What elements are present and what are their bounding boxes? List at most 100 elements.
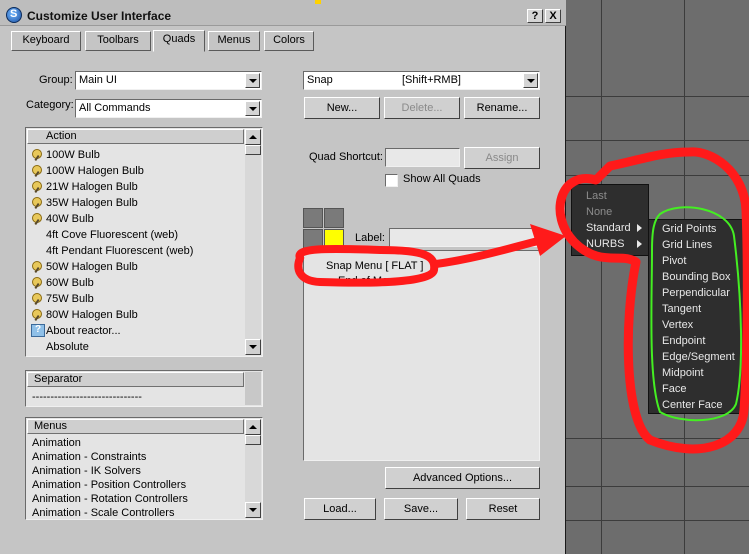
- advanced-options-button[interactable]: Advanced Options...: [385, 467, 540, 489]
- window-title: Customize User Interface: [27, 9, 172, 23]
- quad-top-left[interactable]: [303, 208, 323, 228]
- menus-list-item[interactable]: Animation: [28, 436, 81, 450]
- assign-button[interactable]: Assign: [464, 147, 540, 169]
- scroll-up-button[interactable]: [245, 419, 261, 435]
- action-list-scrollbar[interactable]: [245, 129, 261, 355]
- light-bulb-icon: [31, 309, 43, 321]
- menus-list[interactable]: Menus Animation Animation - Constraints An…: [25, 417, 263, 520]
- menus-list-item[interactable]: Animation - Position Controllers: [28, 478, 186, 492]
- snap-submenu-item[interactable]: Midpoint: [649, 365, 704, 381]
- delete-button[interactable]: Delete...: [384, 97, 460, 119]
- action-list-item[interactable]: 50W Halogen Bulb: [28, 259, 138, 275]
- load-button[interactable]: Load...: [304, 498, 376, 520]
- action-list-item[interactable]: Absolute: [28, 339, 89, 355]
- light-bulb-icon: [31, 197, 43, 209]
- action-list-item[interactable]: 80W Halogen Bulb: [28, 307, 138, 323]
- light-bulb-icon: [31, 165, 43, 177]
- snap-submenu-item[interactable]: Bounding Box: [649, 269, 731, 285]
- snap-submenu-item[interactable]: Grid Points: [649, 221, 716, 237]
- menus-list-item[interactable]: Animation - Constraints: [28, 450, 146, 464]
- rename-button[interactable]: Rename...: [464, 97, 540, 119]
- submenu-arrow-icon: [637, 224, 642, 232]
- chevron-down-icon[interactable]: [245, 101, 260, 116]
- help-button[interactable]: ?: [527, 9, 543, 23]
- label-input[interactable]: [389, 228, 540, 247]
- new-button[interactable]: New...: [304, 97, 380, 119]
- quad-menu-item[interactable]: None: [572, 204, 648, 220]
- menus-list-item[interactable]: Animation - Scale Controllers: [28, 506, 174, 519]
- show-all-quads-checkbox[interactable]: [385, 174, 398, 187]
- quad-select[interactable]: Snap [Shift+RMB]: [303, 71, 540, 90]
- scroll-down-button[interactable]: [245, 502, 261, 518]
- scroll-thumb[interactable]: [245, 145, 261, 155]
- quad-bottom-right-selected[interactable]: [324, 229, 344, 249]
- chevron-down-icon[interactable]: [523, 73, 538, 88]
- title-bar[interactable]: S Customize User Interface ? X: [0, 0, 566, 26]
- action-list-item-label: 40W Bulb: [46, 213, 94, 225]
- tab-toolbars[interactable]: Toolbars: [85, 31, 151, 51]
- action-list-item[interactable]: 35W Halogen Bulb: [28, 195, 138, 211]
- action-list-item[interactable]: 40W Bulb: [28, 211, 94, 227]
- tab-keyboard[interactable]: Keyboard: [11, 31, 81, 51]
- quad-bottom-left[interactable]: [303, 229, 323, 249]
- light-bulb-icon: [31, 277, 43, 289]
- action-list-item[interactable]: 100W Halogen Bulb: [28, 163, 144, 179]
- action-list-item[interactable]: 4ft Pendant Fluorescent (web): [28, 243, 193, 259]
- menus-list-item[interactable]: Animation - Rotation Controllers: [28, 492, 188, 506]
- tab-colors[interactable]: Colors: [264, 31, 314, 51]
- tab-menus[interactable]: Menus: [208, 31, 260, 51]
- close-button[interactable]: X: [545, 9, 561, 23]
- menus-list-item[interactable]: Animation - IK Solvers: [28, 464, 141, 478]
- quad-menu-item-label: Last: [586, 190, 607, 202]
- save-button[interactable]: Save...: [384, 498, 458, 520]
- snap-submenu-item[interactable]: Perpendicular: [649, 285, 730, 301]
- action-list-item[interactable]: 21W Halogen Bulb: [28, 179, 138, 195]
- tree-item-end-of-menu[interactable]: End of Menu: [322, 273, 400, 289]
- help-icon: ?: [31, 324, 45, 337]
- action-list-item[interactable]: 75W Bulb: [28, 291, 94, 307]
- separator-item[interactable]: ------------------------------: [28, 389, 142, 405]
- action-list-item-label: 35W Halogen Bulb: [46, 197, 138, 209]
- snap-submenu-item[interactable]: Endpoint: [649, 333, 705, 349]
- light-bulb-icon: [31, 213, 43, 225]
- quad-top-right[interactable]: [324, 208, 344, 228]
- snap-submenu-item[interactable]: Face: [649, 381, 686, 397]
- scroll-down-button[interactable]: [245, 339, 261, 355]
- action-list-item-label: 75W Bulb: [46, 293, 94, 305]
- tree-item-snap-menu[interactable]: Snap Menu [ FLAT ]: [310, 258, 423, 274]
- quad-shortcut-input[interactable]: [385, 148, 460, 167]
- group-select[interactable]: Main UI: [75, 71, 262, 90]
- snap-submenu-item[interactable]: Pivot: [649, 253, 686, 269]
- group-label: Group:: [39, 74, 73, 86]
- group-select-value: Main UI: [79, 74, 117, 86]
- reset-button[interactable]: Reset: [466, 498, 540, 520]
- quad-menu-item[interactable]: NURBS: [572, 236, 648, 252]
- chevron-down-icon[interactable]: [245, 73, 260, 88]
- label-label: Label:: [355, 232, 385, 244]
- tab-quads[interactable]: Quads: [153, 30, 205, 52]
- separator-scrollbar: [245, 372, 261, 405]
- action-list-item[interactable]: 100W Bulb: [28, 147, 100, 163]
- quad-tree[interactable]: Snap Menu [ FLAT ] End of Menu: [303, 250, 540, 461]
- snap-submenu-item[interactable]: Tangent: [649, 301, 701, 317]
- snap-submenu-item[interactable]: Grid Lines: [649, 237, 712, 253]
- action-list-header[interactable]: Action: [27, 129, 244, 144]
- quad-menu-item[interactable]: Last: [572, 188, 648, 204]
- light-bulb-icon: [31, 293, 43, 305]
- action-list-item[interactable]: 4ft Cove Fluorescent (web): [28, 227, 178, 243]
- action-list[interactable]: Action 100W Bulb 100W Halogen Bulb 21W Hal…: [25, 127, 263, 357]
- scroll-up-button[interactable]: [245, 129, 261, 145]
- quad-menu-item-label: Standard: [586, 222, 631, 234]
- snap-submenu-item[interactable]: Edge/Segment: [649, 349, 735, 365]
- action-list-item-label: Absolute: [46, 341, 89, 353]
- scroll-thumb[interactable]: [245, 435, 261, 445]
- snap-submenu-item[interactable]: Vertex: [649, 317, 693, 333]
- snap-submenu-item[interactable]: Center Face: [649, 397, 723, 413]
- category-select[interactable]: All Commands: [75, 99, 262, 118]
- action-list-item[interactable]: 60W Bulb: [28, 275, 94, 291]
- quad-menu-item[interactable]: Standard: [572, 220, 648, 236]
- action-list-item-label: 4ft Cove Fluorescent (web): [46, 229, 179, 241]
- action-list-item[interactable]: ? About reactor...: [28, 323, 121, 339]
- separator-list[interactable]: Separator ------------------------------: [25, 370, 263, 407]
- menus-list-scrollbar[interactable]: [245, 419, 261, 518]
